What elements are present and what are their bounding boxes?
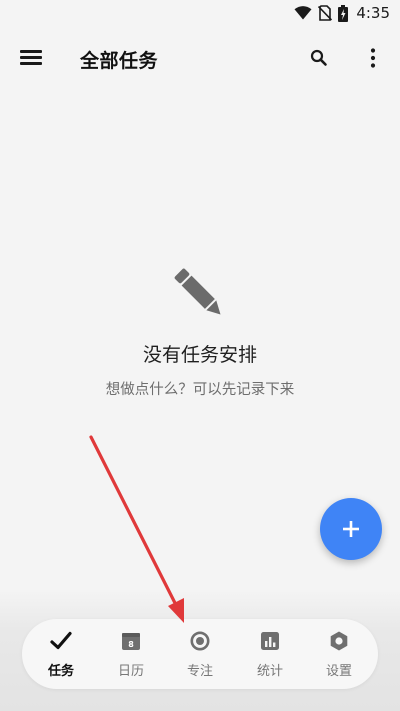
bar-chart-icon xyxy=(261,632,279,650)
nav-item-calendar[interactable]: 8 日历 xyxy=(96,619,166,689)
nav-item-tasks[interactable]: 任务 xyxy=(26,619,96,689)
empty-state-subtitle: 想做点什么？可以先记录下来 xyxy=(105,382,295,398)
status-time: 4:35 xyxy=(356,4,390,22)
menu-icon[interactable] xyxy=(20,48,42,66)
wifi-icon xyxy=(294,6,312,20)
calendar-icon: 8 xyxy=(122,633,140,650)
plus-icon xyxy=(343,521,359,537)
pencil-icon xyxy=(174,268,221,315)
check-icon xyxy=(50,631,72,650)
add-task-button[interactable] xyxy=(320,498,382,560)
hexagon-settings-icon xyxy=(330,631,348,651)
search-icon[interactable] xyxy=(310,49,328,67)
empty-state-title: 没有任务安排 xyxy=(142,344,257,366)
nav-label-focus: 专注 xyxy=(186,664,213,679)
nav-label-settings: 设置 xyxy=(325,664,352,679)
more-vertical-icon[interactable] xyxy=(364,47,382,69)
bottom-nav: 任务 8 日历 专注 统计 设置 xyxy=(22,619,378,689)
nav-label-tasks: 任务 xyxy=(47,664,74,679)
calendar-day: 8 xyxy=(128,640,134,649)
nav-item-statistics[interactable]: 统计 xyxy=(235,619,305,689)
nav-label-calendar: 日历 xyxy=(117,664,144,679)
screen: 4:35 全部任务 没有任务安排 想做点什么？可以先记录下来 任务 8 日历 专… xyxy=(0,0,400,711)
page-title: 全部任务 xyxy=(80,50,159,72)
nav-item-focus[interactable]: 专注 xyxy=(165,619,235,689)
status-bar: 4:35 xyxy=(0,0,400,28)
battery-charging-icon xyxy=(338,4,349,22)
nav-label-statistics: 统计 xyxy=(256,664,283,679)
nav-item-settings[interactable]: 设置 xyxy=(304,619,374,689)
app-bar: 全部任务 xyxy=(0,36,400,80)
focus-target-icon xyxy=(190,631,210,651)
no-sim-icon xyxy=(318,5,333,21)
status-icons: 4:35 xyxy=(294,4,390,22)
